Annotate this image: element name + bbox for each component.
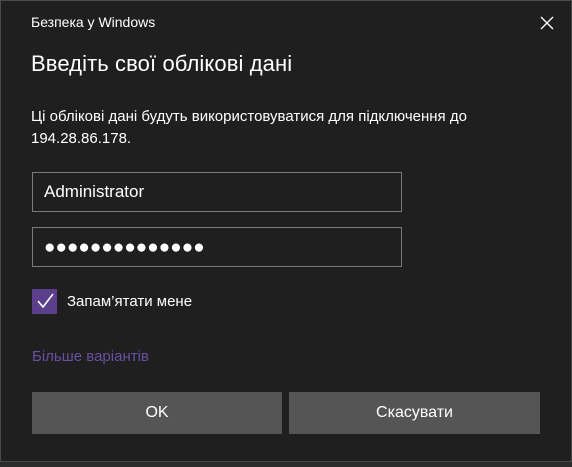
more-options-link[interactable]: Більше варіантів bbox=[32, 348, 149, 365]
dialog-message: Ці облікові дані будуть використовуватис… bbox=[31, 108, 467, 147]
password-field[interactable] bbox=[32, 227, 402, 267]
remember-me-label: Запам’ятати мене bbox=[67, 292, 193, 310]
remember-me-checkbox[interactable]: Запам’ятати мене bbox=[32, 288, 192, 314]
close-icon bbox=[540, 16, 554, 30]
title-bar: Безпека у Windows bbox=[1, 1, 571, 45]
ok-button[interactable]: OK bbox=[32, 392, 282, 434]
checkmark-icon bbox=[36, 293, 54, 309]
window-title: Безпека у Windows bbox=[31, 14, 156, 30]
username-field[interactable] bbox=[32, 172, 402, 212]
cancel-button[interactable]: Скасувати bbox=[289, 392, 540, 434]
dialog-heading: Введіть свої облікові дані bbox=[31, 51, 293, 76]
close-button[interactable] bbox=[529, 5, 565, 41]
checkbox-box[interactable] bbox=[32, 288, 57, 314]
credential-dialog: Безпека у Windows Введіть свої облікові … bbox=[0, 0, 572, 462]
background-strip bbox=[0, 462, 572, 467]
